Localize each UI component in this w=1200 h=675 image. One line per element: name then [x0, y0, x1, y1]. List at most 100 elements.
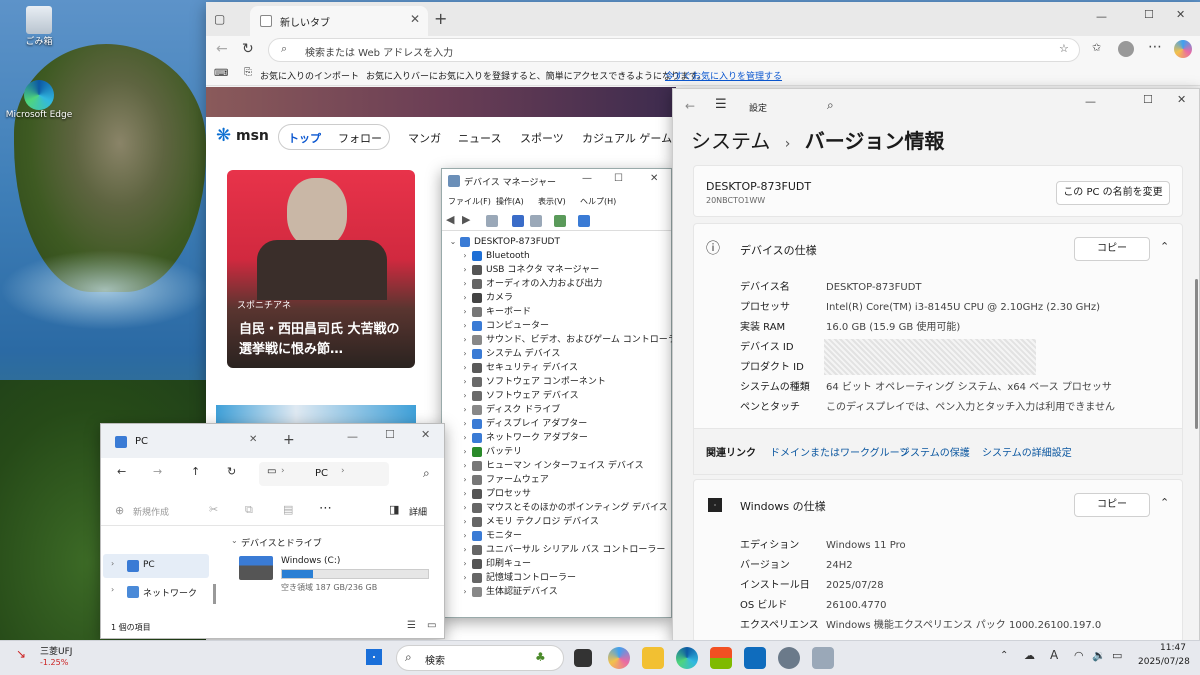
dm-category-item[interactable]: › USB コネクタ マネージャー — [458, 263, 671, 277]
msn-tab-news[interactable]: ニュース — [458, 130, 501, 146]
dm-menu-help[interactable]: ヘルプ(H) — [580, 196, 616, 207]
explorer-forward-icon[interactable]: → — [153, 465, 162, 478]
dm-category-item[interactable]: › モニター — [458, 529, 671, 543]
tab-new[interactable]: 新しいタブ ✕ — [250, 6, 428, 36]
dm-category-item[interactable]: › ディスプレイ アダプター — [458, 417, 671, 431]
settings-close-icon[interactable]: ✕ — [1177, 93, 1186, 106]
group-collapse-icon[interactable]: ⌄ — [231, 536, 238, 545]
dm-properties-icon[interactable] — [486, 215, 498, 227]
breadcrumb-system[interactable]: システム — [691, 129, 770, 153]
tab-actions-icon[interactable]: ▢ — [214, 12, 225, 26]
copy-icon[interactable]: ⧉ — [245, 503, 253, 517]
nav-item-network[interactable]: › ネットワーク — [103, 580, 209, 604]
hamburger-menu-icon[interactable]: ☰ — [715, 97, 727, 112]
settings-back-icon[interactable]: ← — [685, 99, 695, 113]
dm-category-item[interactable]: › サウンド、ビデオ、およびゲーム コントローラー — [458, 333, 686, 347]
profile-avatar[interactable] — [1118, 41, 1134, 57]
dm-back-icon[interactable]: ◀ — [446, 213, 454, 226]
device-manager-taskbar-icon[interactable] — [812, 647, 834, 669]
favorite-star-icon[interactable]: ☆ — [1059, 42, 1069, 55]
tray-chevron-icon[interactable]: ⌃ — [1000, 650, 1008, 661]
dm-category-item[interactable]: › システム デバイス — [458, 347, 671, 361]
details-pane-icon[interactable]: ◨ — [389, 503, 399, 516]
explorer-address-bar[interactable]: ▭ › PC › — [259, 462, 389, 486]
close-tab-icon[interactable]: ✕ — [410, 12, 420, 26]
volume-icon[interactable]: 🔉 — [1092, 649, 1106, 662]
list-view-icon[interactable]: ☰ — [407, 620, 416, 631]
store-icon[interactable] — [710, 647, 732, 669]
new-tab-plus-icon[interactable]: + — [434, 9, 447, 28]
explorer-minimize-icon[interactable]: — — [347, 430, 358, 443]
dm-category-item[interactable]: › ファームウェア — [458, 473, 671, 487]
rename-pc-button[interactable]: この PC の名前を変更 — [1056, 181, 1170, 205]
edge-shortcut[interactable]: Microsoft Edge — [4, 80, 74, 120]
dm-category-item[interactable]: › マウスとそのほかのポインティング デバイス — [458, 501, 671, 515]
dm-minimize-icon[interactable]: — — [582, 173, 592, 184]
copilot-taskbar-icon[interactable] — [608, 647, 630, 669]
recycle-bin-shortcut[interactable]: ごみ箱 — [4, 6, 74, 47]
settings-maximize-icon[interactable]: ☐ — [1143, 93, 1153, 106]
settings-search-icon[interactable]: ⌕ — [827, 98, 834, 113]
settings-scrollbar[interactable] — [1195, 279, 1198, 429]
related-link-protection[interactable]: システムの保護 — [900, 444, 970, 459]
dm-category-item[interactable]: › コンピューター — [458, 319, 671, 333]
explorer-new-tab-icon[interactable]: + — [283, 432, 295, 448]
explorer-refresh-icon[interactable]: ↻ — [227, 465, 236, 478]
cut-icon[interactable]: ✂ — [209, 503, 218, 516]
address-bar[interactable]: ⌕ 検索または Web アドレスを入力 ☆ — [268, 38, 1080, 62]
dm-category-item[interactable]: › 記憶域コントローラー — [458, 571, 671, 585]
explorer-back-icon[interactable]: ← — [117, 465, 126, 478]
nav-scrollbar[interactable] — [213, 584, 216, 604]
explorer-close-icon[interactable]: ✕ — [421, 428, 430, 441]
battery-icon[interactable]: ▭ — [1112, 649, 1122, 662]
wifi-icon[interactable]: ◠ — [1074, 649, 1084, 662]
related-link-domain[interactable]: ドメインまたはワークグループ — [770, 444, 909, 459]
start-button-icon[interactable] — [366, 649, 382, 665]
settings-gear-icon[interactable] — [778, 647, 800, 669]
close-window-icon[interactable]: ✕ — [1176, 8, 1185, 21]
collapse-chevron-icon[interactable]: ⌃ — [1160, 240, 1169, 253]
msn-tab-follow[interactable]: フォロー — [338, 130, 382, 146]
dm-menu-action[interactable]: 操作(A) — [496, 196, 524, 207]
dm-category-item[interactable]: › ソフトウェア コンポーネント — [458, 375, 671, 389]
explorer-up-icon[interactable]: ↑ — [191, 465, 200, 478]
explorer-maximize-icon[interactable]: ☐ — [385, 428, 395, 441]
msn-tab-manga[interactable]: マンガ — [408, 130, 441, 146]
back-arrow-icon[interactable]: ← — [216, 41, 228, 57]
minimize-icon[interactable]: — — [1096, 10, 1107, 23]
dm-menu-file[interactable]: ファイル(F) — [448, 196, 491, 207]
refresh-icon[interactable]: ↻ — [242, 41, 254, 57]
msn-tab-top[interactable]: トップ — [288, 130, 321, 146]
dm-update-icon[interactable] — [554, 215, 566, 227]
drive-c[interactable]: Windows (C:) 空き領域 187 GB/236 GB — [239, 554, 435, 594]
dm-category-item[interactable]: › ヒューマン インターフェイス デバイス — [458, 459, 671, 473]
dm-category-item[interactable]: › セキュリティ デバイス — [458, 361, 671, 375]
fav-import-link[interactable]: お気に入りのインポート — [260, 69, 359, 82]
stock-name[interactable]: 三菱UFJ — [40, 644, 72, 657]
maximize-icon[interactable]: ☐ — [1144, 8, 1154, 21]
dm-view-icon[interactable] — [530, 215, 542, 227]
dm-scan-icon[interactable] — [578, 215, 590, 227]
nav-item-pc[interactable]: › PC — [103, 554, 209, 578]
explorer-details-button[interactable]: 詳細 — [409, 505, 427, 518]
dm-category-item[interactable]: › ユニバーサル シリアル バス コントローラー — [458, 543, 671, 557]
dm-category-item[interactable]: › ソフトウェア デバイス — [458, 389, 671, 403]
dm-category-item[interactable]: › メモリ テクノロジ デバイス — [458, 515, 671, 529]
explorer-new-button[interactable]: 新規作成 — [133, 505, 169, 518]
dm-menu-view[interactable]: 表示(V) — [538, 196, 566, 207]
paste-icon[interactable]: ▤ — [283, 503, 293, 516]
settings-minimize-icon[interactable]: — — [1085, 95, 1096, 108]
copy-device-spec-button[interactable]: コピー — [1074, 237, 1150, 261]
dm-tree-root[interactable]: ⌄ DESKTOP-873FUDT — [446, 235, 671, 249]
dm-category-item[interactable]: › 生体認証デバイス — [458, 585, 671, 599]
related-link-advanced[interactable]: システムの詳細設定 — [982, 444, 1072, 459]
onedrive-icon[interactable]: ☁ — [1024, 649, 1035, 662]
dm-help-icon[interactable] — [512, 215, 524, 227]
clock-date[interactable]: 2025/07/28 — [1138, 657, 1190, 667]
collapse-chevron-icon-2[interactable]: ⌃ — [1160, 496, 1169, 509]
dm-category-item[interactable]: › Bluetooth — [458, 249, 671, 263]
task-view-icon[interactable] — [574, 649, 592, 667]
tile-view-icon[interactable]: ▭ — [427, 620, 436, 631]
copy-windows-spec-button[interactable]: コピー — [1074, 493, 1150, 517]
copilot-icon[interactable] — [1174, 40, 1192, 58]
